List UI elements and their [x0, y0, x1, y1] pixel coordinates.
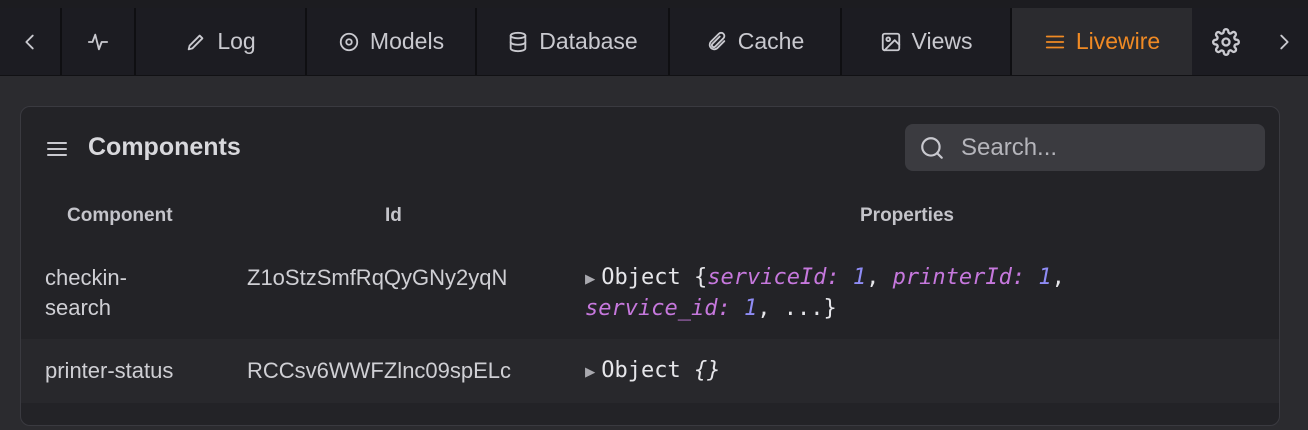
- tab-models[interactable]: Models: [307, 8, 477, 75]
- expand-triangle-icon[interactable]: ▶: [585, 357, 595, 387]
- tab-cache[interactable]: Cache: [670, 8, 842, 75]
- tab-models-label: Models: [369, 28, 445, 54]
- tab-activity[interactable]: [62, 8, 136, 75]
- database-icon: [510, 31, 527, 52]
- properties-object[interactable]: ▶ Object {serviceId: 1, printerId: 1, serv…: [585, 263, 1145, 324]
- activity-icon: [87, 33, 109, 50]
- table-row[interactable]: checkin- search Z1oStzSmfRqQyGNy2yqN ▶ Ob…: [21, 249, 1279, 339]
- tab-views[interactable]: Views: [842, 8, 1012, 75]
- tab-scroll-right[interactable]: [1260, 8, 1308, 75]
- tab-log-label: Log: [217, 28, 256, 54]
- target-icon: [339, 32, 359, 51]
- column-header-properties[interactable]: Properties: [860, 205, 954, 227]
- tab-database[interactable]: Database: [477, 8, 670, 75]
- column-header-id[interactable]: Id: [385, 205, 402, 227]
- components-panel: Components Component Id Properties check…: [20, 106, 1280, 426]
- panel-title: Components: [88, 133, 241, 161]
- menu-icon[interactable]: [45, 137, 69, 161]
- component-name: checkin- search: [45, 265, 127, 320]
- expand-triangle-icon[interactable]: ▶: [585, 264, 595, 294]
- gear-icon: [1212, 27, 1240, 56]
- component-name: printer-status: [45, 358, 174, 383]
- properties-object[interactable]: ▶ Object {}: [585, 356, 1145, 387]
- pencil-icon: [188, 34, 204, 50]
- tab-views-label: Views: [911, 28, 973, 54]
- tab-settings[interactable]: [1192, 8, 1260, 75]
- component-id: Z1oStzSmfRqQyGNy2yqN: [247, 265, 508, 290]
- list-icon: [1045, 35, 1064, 48]
- window-top-strip: [0, 0, 1308, 8]
- devtools-tab-bar: Log Models Database Cache Views Livewire: [0, 8, 1308, 76]
- tab-cache-label: Cache: [737, 28, 805, 54]
- tab-scroll-left[interactable]: [0, 8, 62, 75]
- column-header-component[interactable]: Component: [67, 205, 173, 227]
- chevron-left-icon: [25, 34, 34, 49]
- chevron-right-icon: [1280, 34, 1289, 49]
- image-icon: [881, 32, 900, 51]
- paperclip-icon: [708, 31, 726, 50]
- tab-livewire[interactable]: Livewire: [1012, 8, 1192, 75]
- search-input[interactable]: [959, 132, 1243, 163]
- tab-log[interactable]: Log: [136, 8, 307, 75]
- tab-livewire-label: Livewire: [1075, 28, 1161, 54]
- panel-header: Components: [21, 107, 1279, 191]
- search-box[interactable]: [905, 124, 1265, 171]
- component-id: RCCsv6WWFZlnc09spELc: [247, 358, 512, 383]
- search-icon: [921, 136, 943, 159]
- table-row[interactable]: printer-status RCCsv6WWFZlnc09spELc ▶ Obj…: [21, 339, 1279, 403]
- tab-database-label: Database: [539, 28, 638, 54]
